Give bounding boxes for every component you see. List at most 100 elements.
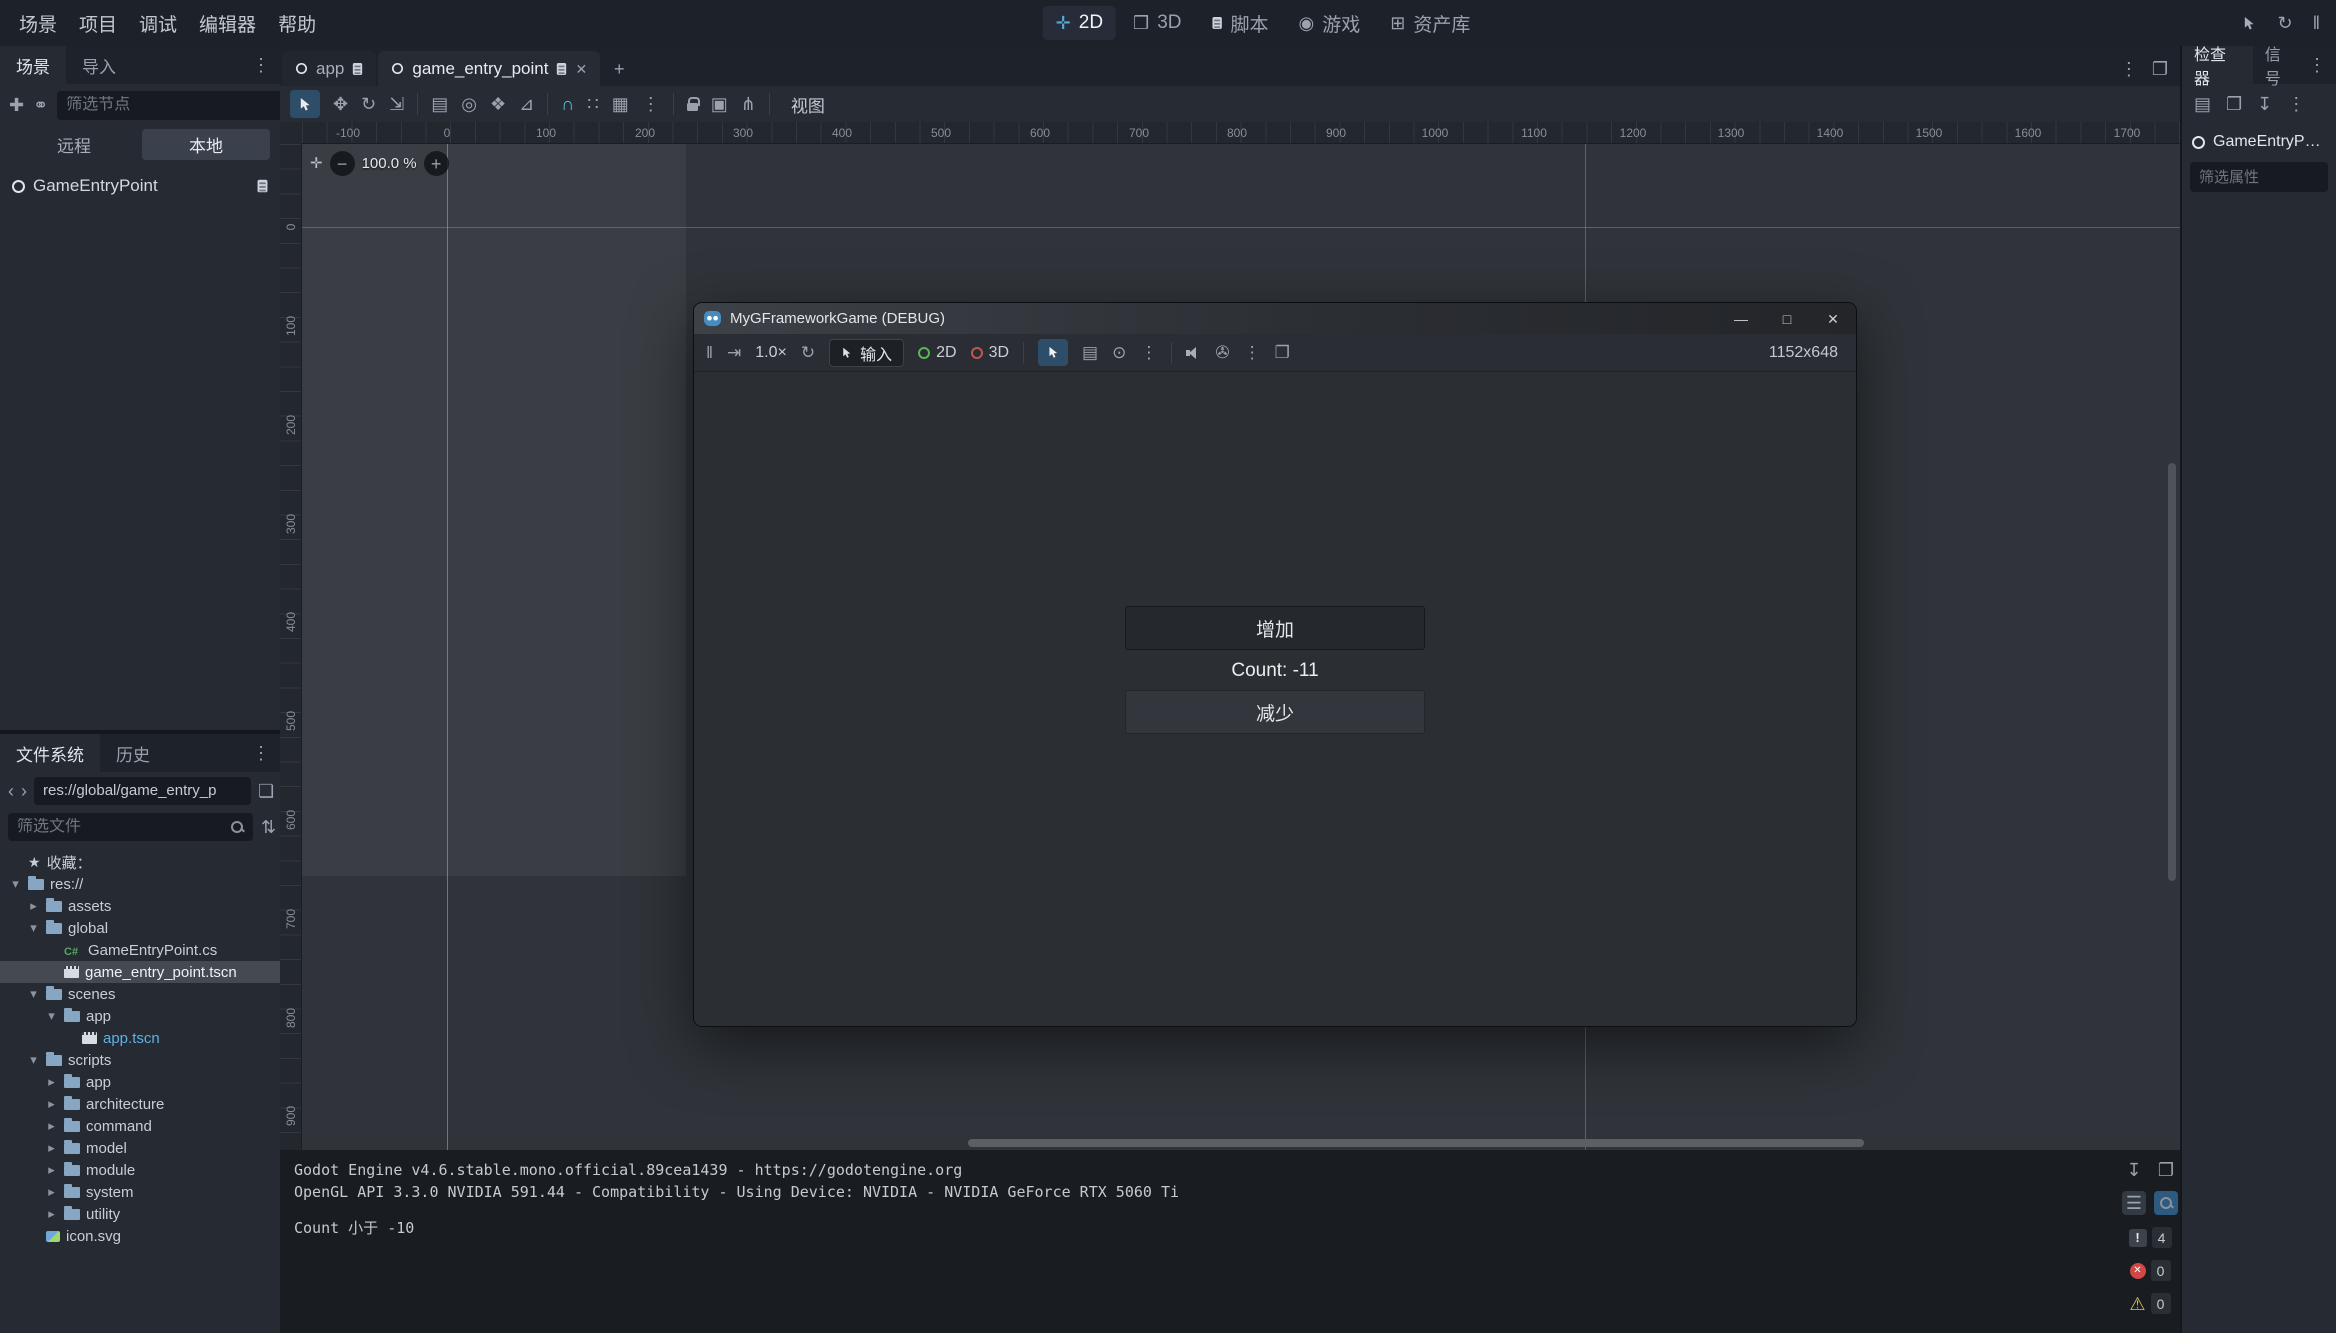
expand-icon[interactable] — [45, 1140, 58, 1156]
camera-2d-icon[interactable] — [918, 347, 930, 359]
nav-back-icon[interactable] — [8, 782, 14, 800]
select-tool-button[interactable] — [290, 90, 320, 118]
file-row-res-root[interactable]: res:// — [0, 873, 280, 895]
restart-icon[interactable] — [2277, 14, 2292, 32]
attached-script-icon[interactable] — [258, 180, 268, 193]
game-select-tool-button[interactable] — [1038, 339, 1068, 366]
camera-3d-icon[interactable] — [971, 347, 983, 359]
file-row-scenes[interactable]: scenes — [0, 983, 280, 1005]
context-script[interactable]: 脚本 — [1198, 6, 1281, 40]
menu-help[interactable]: 帮助 — [267, 0, 327, 46]
errors-badge[interactable]: 0 — [2130, 1260, 2171, 1281]
collapse-icon[interactable] — [9, 876, 22, 892]
filter-files-field[interactable] — [8, 813, 253, 841]
file-row-app-tscn[interactable]: app.tscn — [0, 1027, 280, 1049]
dock-menu-icon[interactable] — [252, 744, 270, 762]
embed-fullscreen-icon[interactable] — [1275, 344, 1290, 361]
node-type-select-icon[interactable] — [1082, 344, 1098, 361]
tab-options-icon[interactable] — [2120, 60, 2138, 78]
filter-properties-input[interactable] — [2199, 169, 2319, 186]
filter-properties-field[interactable] — [2190, 162, 2328, 192]
speed-multiplier[interactable]: 1.0× — [755, 344, 787, 362]
file-row-gameentrypoint-cs[interactable]: GameEntryPoint.cs — [0, 939, 280, 961]
decrease-button[interactable]: 减少 — [1125, 690, 1425, 734]
maximize-button[interactable] — [1764, 303, 1810, 334]
remote-button[interactable]: 远程 — [10, 129, 138, 160]
mode-2d-label[interactable]: 2D — [936, 344, 956, 362]
debug-messages-badge[interactable]: 4 — [2129, 1227, 2172, 1248]
menu-editor[interactable]: 编辑器 — [188, 0, 267, 46]
new-scene-tab-button[interactable] — [602, 51, 636, 86]
expand-icon[interactable] — [45, 1096, 58, 1112]
pan-tool-icon[interactable] — [490, 95, 506, 113]
file-row-scenes-app[interactable]: app — [0, 1005, 280, 1027]
skeleton-icon[interactable] — [741, 95, 756, 113]
reset-speed-icon[interactable] — [801, 344, 815, 361]
expand-icon[interactable] — [45, 1074, 58, 1090]
file-row-favorites[interactable]: 收藏： — [0, 851, 280, 873]
split-view-icon[interactable] — [258, 782, 274, 800]
warnings-badge[interactable]: 0 — [2129, 1293, 2170, 1314]
move-tool-icon[interactable] — [333, 95, 348, 113]
file-row-game-entry-point-tscn[interactable]: game_entry_point.tscn — [0, 961, 280, 983]
pause-game-icon[interactable] — [706, 344, 713, 361]
snap-toggle-icon[interactable] — [561, 95, 574, 113]
file-row-architecture[interactable]: architecture — [0, 1093, 280, 1115]
inspector-extra-icon[interactable] — [2287, 95, 2305, 113]
pause-icon[interactable] — [2313, 14, 2320, 32]
collapse-icon[interactable] — [27, 920, 40, 936]
close-tab-icon[interactable] — [575, 62, 587, 76]
copy-log-button[interactable] — [2154, 1158, 2178, 1182]
minimize-button[interactable] — [1718, 303, 1764, 334]
expand-icon[interactable] — [27, 898, 40, 914]
vertical-scrollbar[interactable] — [2168, 463, 2176, 881]
group-icon[interactable] — [711, 95, 728, 113]
file-row-scripts-app[interactable]: app — [0, 1071, 280, 1093]
tab-signals[interactable]: 信号 — [2253, 46, 2308, 84]
file-row-assets[interactable]: assets — [0, 895, 280, 917]
file-row-global[interactable]: global — [0, 917, 280, 939]
close-button[interactable] — [1810, 303, 1856, 334]
dock-menu-icon[interactable] — [2308, 56, 2326, 74]
mute-audio-icon[interactable] — [1186, 346, 1201, 360]
expand-icon[interactable] — [45, 1162, 58, 1178]
file-row-command[interactable]: command — [0, 1115, 280, 1137]
pivot-tool-icon[interactable] — [461, 95, 477, 113]
instantiate-scene-icon[interactable] — [33, 96, 48, 114]
game-window-titlebar[interactable]: MyGFrameworkGame (DEBUG) — [694, 303, 1856, 334]
new-resource-icon[interactable] — [2194, 95, 2211, 113]
snap-options-icon[interactable] — [587, 95, 598, 113]
scale-tool-icon[interactable] — [389, 95, 404, 113]
file-row-module[interactable]: module — [0, 1159, 280, 1181]
expand-viewport-icon[interactable] — [2152, 60, 2168, 78]
filter-files-input[interactable] — [17, 818, 224, 836]
tab-filesystem[interactable]: 文件系统 — [0, 734, 100, 772]
rotate-tool-icon[interactable] — [361, 95, 376, 113]
list-select-icon[interactable] — [431, 95, 448, 113]
grid-toggle-icon[interactable] — [612, 95, 629, 113]
context-3d[interactable]: 3D — [1120, 6, 1194, 40]
camera-options-icon[interactable] — [1244, 344, 1261, 361]
collapse-icon[interactable] — [27, 1052, 40, 1068]
file-row-scripts[interactable]: scripts — [0, 1049, 280, 1071]
ruler-tool-icon[interactable] — [519, 95, 534, 113]
zoom-in-button[interactable] — [424, 151, 449, 176]
mode-3d-label[interactable]: 3D — [989, 344, 1009, 362]
save-log-button[interactable] — [2122, 1158, 2146, 1182]
select-options-icon[interactable] — [1140, 344, 1157, 361]
view-menu[interactable]: 视图 — [783, 92, 833, 117]
input-mode-button[interactable]: 输入 — [829, 339, 904, 367]
log-search-button[interactable] — [2154, 1191, 2178, 1215]
context-2d[interactable]: 2D — [1043, 6, 1116, 40]
file-row-system[interactable]: system — [0, 1181, 280, 1203]
filter-nodes-input[interactable] — [66, 96, 273, 114]
pick-cursor-icon[interactable] — [2242, 16, 2257, 31]
menu-scene[interactable]: 场景 — [8, 0, 68, 46]
file-row-model[interactable]: model — [0, 1137, 280, 1159]
increase-button[interactable]: 增加 — [1125, 606, 1425, 650]
snap-menu-icon[interactable] — [642, 95, 660, 113]
context-game[interactable]: 游戏 — [1286, 6, 1374, 40]
tab-history[interactable]: 历史 — [100, 734, 166, 772]
scene-tab-game-entry-point[interactable]: game_entry_point — [378, 51, 600, 86]
collapse-icon[interactable] — [27, 986, 40, 1002]
